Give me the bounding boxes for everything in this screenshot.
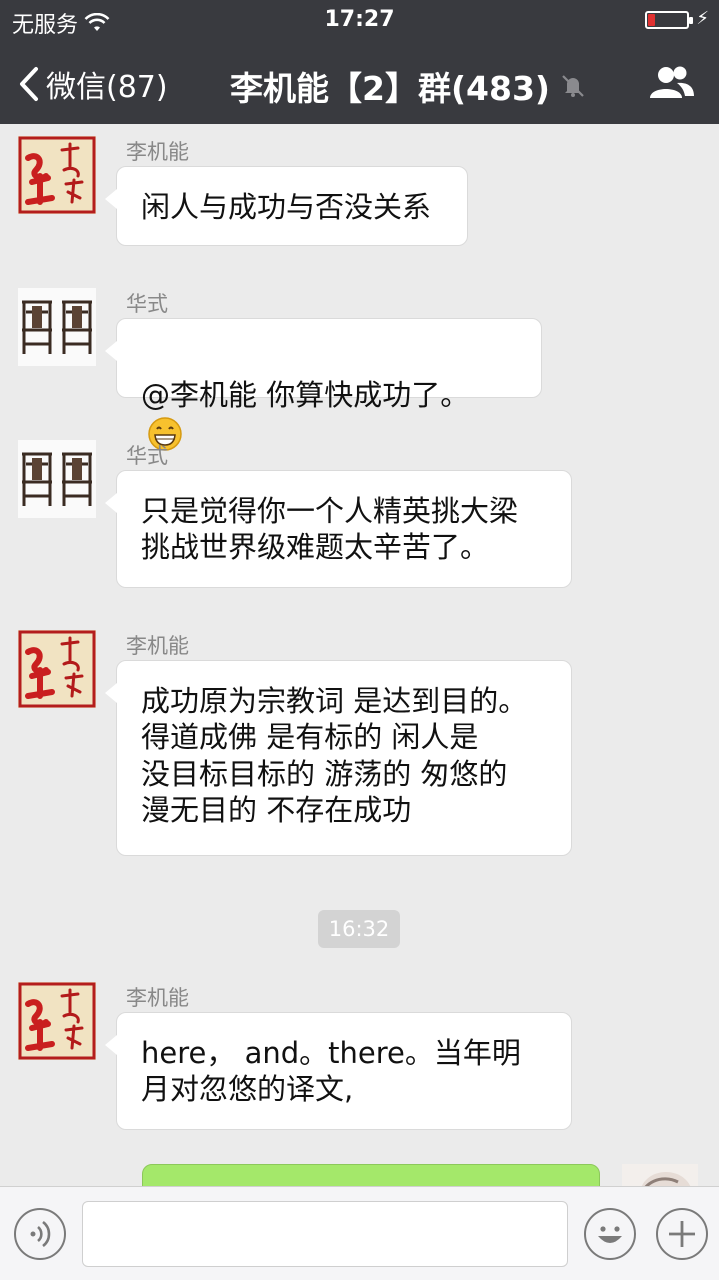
message-text: @李机能 你算快成功了。: [141, 378, 470, 413]
voice-input-button[interactable]: [14, 1208, 66, 1260]
battery-level: [648, 14, 656, 26]
plus-icon: [669, 1221, 695, 1247]
sender-name: 华式: [126, 292, 168, 316]
message-bubble[interactable]: here， and。there。当年明 月对忽悠的译文,: [105, 1012, 572, 1130]
chevron-left-icon: [20, 67, 38, 101]
status-bar: 无服务 17:27 ⚡: [0, 0, 719, 40]
sender-name: 李机能: [126, 986, 189, 1010]
sender-avatar[interactable]: [18, 630, 96, 708]
sender-avatar[interactable]: [18, 288, 96, 366]
nav-bar: 微信(87) 李机能【2】群(483): [0, 40, 719, 124]
chat-message: 李机能 here， and。there。当年明 月对忽悠的译文,: [0, 970, 719, 1140]
chairs-avatar-icon: [18, 288, 96, 366]
chat-message: 华式 只是觉得你一个人精英挑大梁 挑战世界级难题太辛苦了。: [0, 428, 719, 598]
message-bubble[interactable]: @李机能 你算快成功了。: [105, 318, 542, 451]
back-button[interactable]: 微信(87): [18, 62, 168, 106]
message-bubble[interactable]: 闲人与成功与否没关系: [105, 166, 468, 246]
sender-avatar[interactable]: [18, 440, 96, 518]
my-avatar[interactable]: [622, 1164, 698, 1186]
sender-avatar[interactable]: [18, 136, 96, 214]
voice-icon: [30, 1220, 51, 1248]
sender-avatar[interactable]: [18, 982, 96, 1060]
message-bubble[interactable]: 只是觉得你一个人精英挑大梁 挑战世界级难题太辛苦了。: [105, 470, 572, 588]
calligraphy-avatar-icon: [18, 136, 96, 214]
chat-message: 华式 @李机能 你算快成功了。: [0, 276, 719, 451]
more-actions-button[interactable]: [656, 1208, 708, 1260]
group-info-icon[interactable]: [647, 64, 695, 100]
chat-title-group: 李机能【2】群(483): [230, 62, 586, 110]
calligraphy-avatar-icon: [18, 982, 96, 1060]
charging-bolt-icon: ⚡: [696, 8, 709, 29]
sender-name: 李机能: [126, 140, 189, 164]
message-bubble[interactable]: 成功原为宗教词 是达到目的。 得道成佛 是有标的 闲人是 没目标目标的 游荡的 …: [105, 660, 572, 856]
emoji-button[interactable]: [584, 1208, 636, 1260]
back-label: 微信(87): [46, 70, 168, 105]
mute-bell-icon: [562, 75, 584, 97]
chat-message: 李机能 闲人与成功与否没关系: [0, 124, 719, 264]
sender-name: 李机能: [126, 634, 189, 658]
battery-icon: [645, 11, 693, 29]
time-separator: 16:32: [318, 910, 400, 948]
chat-message: 李机能 成功原为宗教词 是达到目的。 得道成佛 是有标的 闲人是 没目标目标的 …: [0, 618, 719, 868]
chairs-avatar-icon: [18, 440, 96, 518]
chat-title: 李机能【2】群(483): [230, 69, 551, 108]
sender-name: 华式: [126, 444, 168, 468]
calligraphy-avatar-icon: [18, 630, 96, 708]
message-input-bar: [0, 1186, 719, 1280]
outgoing-message-bubble[interactable]: [142, 1164, 600, 1186]
emoji-icon: [598, 1226, 622, 1243]
chat-message-list[interactable]: 李机能 闲人与成功与否没关系 华式 @李机能 你算快成功了。 华式 只是觉得你一…: [0, 124, 719, 1186]
status-time: 17:27: [324, 7, 395, 32]
photo-avatar-icon: [622, 1164, 698, 1186]
message-text-input[interactable]: [82, 1201, 568, 1267]
